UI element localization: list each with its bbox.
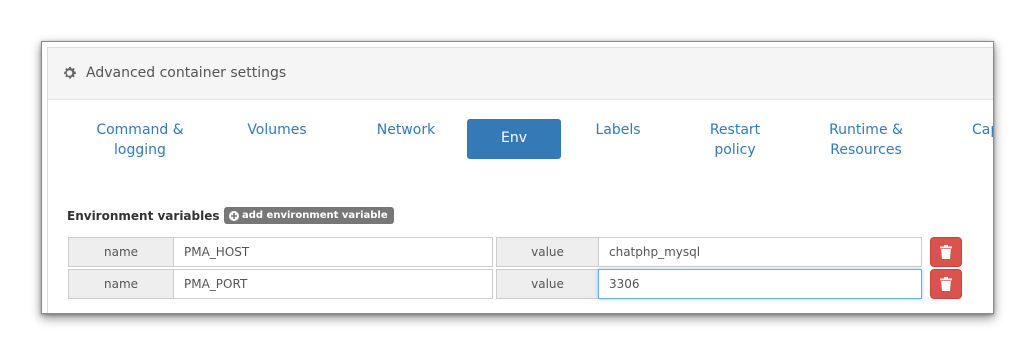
tab-capabilities[interactable]: Cap	[972, 120, 993, 140]
panel-header: Advanced container settings	[48, 48, 993, 100]
panel-title: Advanced container settings	[86, 65, 287, 81]
env-section-label: Environment variables	[67, 209, 220, 223]
add-env-variable-button[interactable]: add environment variable	[224, 207, 394, 224]
tab-env-label: Env	[500, 130, 527, 146]
advanced-settings-panel: Advanced container settings Command & log…	[41, 41, 994, 314]
name-addon: name	[68, 269, 174, 299]
trash-icon	[940, 277, 952, 291]
tab-volumes-label: Volumes	[247, 122, 307, 138]
trash-icon	[940, 245, 952, 259]
value-addon: value	[496, 269, 599, 299]
tab-capabilities-label: Cap	[972, 122, 993, 138]
name-addon: name	[68, 237, 174, 267]
remove-env-variable-button[interactable]	[930, 237, 962, 267]
tab-labels[interactable]: Labels	[583, 120, 653, 140]
plus-circle-icon	[229, 210, 239, 221]
gear-icon	[62, 65, 78, 81]
tab-command-logging[interactable]: Command & logging	[88, 120, 192, 160]
tab-labels-label: Labels	[595, 122, 641, 138]
env-value-input[interactable]: 3306	[598, 269, 922, 299]
tab-bar: Command & logging Volumes Network Env Lab…	[48, 119, 993, 180]
value-addon: value	[496, 237, 599, 267]
tab-volumes[interactable]: Volumes	[237, 120, 317, 140]
tab-runtime-resources[interactable]: Runtime & Resources	[816, 120, 916, 160]
add-env-variable-label: add environment variable	[242, 210, 388, 221]
tab-network[interactable]: Network	[366, 120, 446, 140]
env-variable-row: name PMA_HOST value chatphp_mysql	[68, 237, 964, 267]
tab-command-logging-label: Command & logging	[96, 122, 184, 158]
tab-runtime-resources-label: Runtime & Resources	[829, 122, 903, 158]
env-name-input[interactable]: PMA_PORT	[173, 269, 493, 299]
env-variable-row: name PMA_PORT value 3306	[68, 269, 964, 299]
tab-env[interactable]: Env	[467, 119, 561, 159]
tab-restart-policy-label: Restart policy	[709, 122, 761, 158]
tab-network-label: Network	[376, 122, 436, 138]
remove-env-variable-button[interactable]	[930, 269, 962, 299]
panel-body: Advanced container settings Command & log…	[47, 47, 993, 313]
env-name-input[interactable]: PMA_HOST	[173, 237, 493, 267]
tab-restart-policy[interactable]: Restart policy	[698, 120, 772, 160]
env-value-input[interactable]: chatphp_mysql	[598, 237, 922, 267]
